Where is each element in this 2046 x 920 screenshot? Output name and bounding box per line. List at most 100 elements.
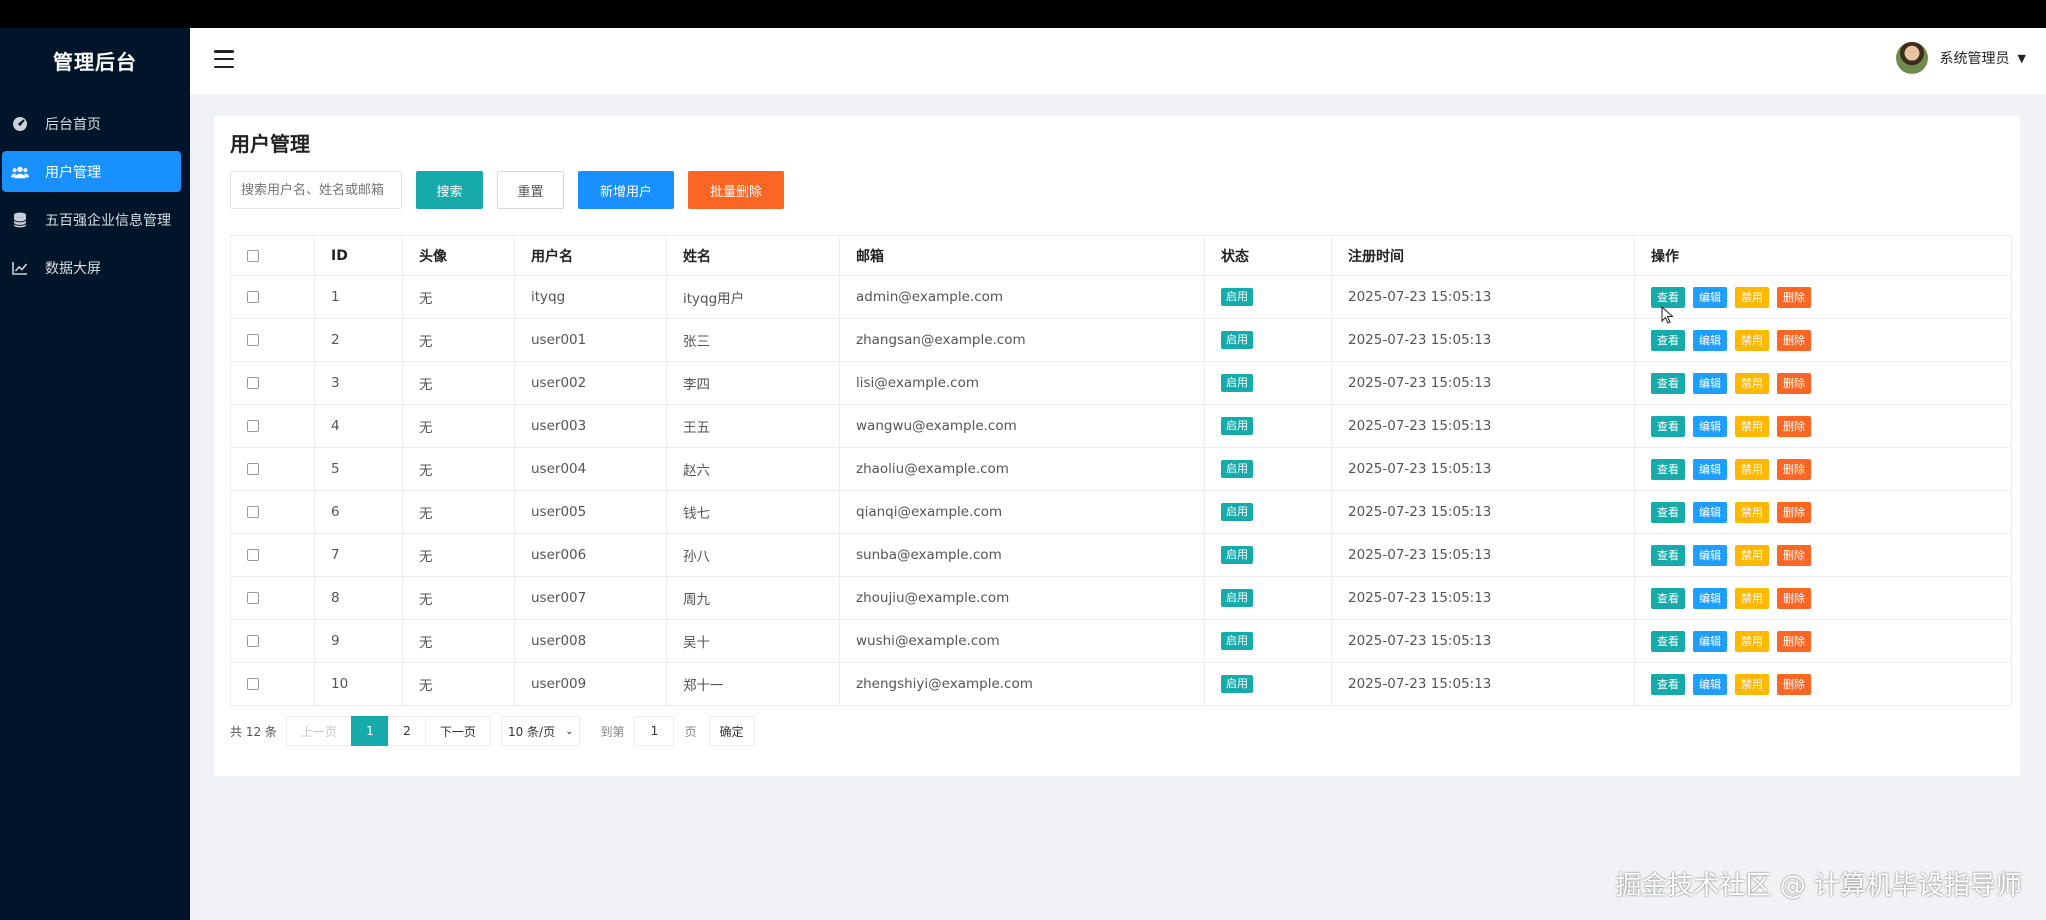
row-avatar: 无 xyxy=(419,334,433,350)
goto-page-input[interactable]: 1 xyxy=(634,716,675,746)
delete-button[interactable]: 删除 xyxy=(1777,544,1811,566)
row-checkbox[interactable] xyxy=(247,592,259,604)
disable-button[interactable]: 禁用 xyxy=(1735,630,1769,652)
row-email: admin@example.com xyxy=(856,289,1004,305)
view-button[interactable]: 查看 xyxy=(1651,630,1685,652)
row-checkbox[interactable] xyxy=(247,420,259,432)
disable-button[interactable]: 禁用 xyxy=(1735,587,1769,609)
row-checkbox[interactable] xyxy=(247,377,259,389)
actions-cell: 查看 编辑 禁用 删除 xyxy=(1634,404,2012,448)
disable-button[interactable]: 禁用 xyxy=(1735,329,1769,351)
row-name: 周九 xyxy=(683,592,710,608)
edit-button[interactable]: 编辑 xyxy=(1693,587,1727,609)
disable-button[interactable]: 禁用 xyxy=(1735,458,1769,480)
prev-page-button[interactable]: 上一页 xyxy=(285,716,352,746)
delete-button[interactable]: 删除 xyxy=(1777,458,1811,480)
row-name: 李四 xyxy=(683,377,710,393)
edit-button[interactable]: 编辑 xyxy=(1693,544,1727,566)
disable-button[interactable]: 禁用 xyxy=(1735,415,1769,437)
edit-button[interactable]: 编辑 xyxy=(1693,673,1727,695)
avatar-cell: 无 xyxy=(402,447,515,491)
view-button[interactable]: 查看 xyxy=(1651,286,1685,308)
edit-button[interactable]: 编辑 xyxy=(1693,329,1727,351)
row-checkbox[interactable] xyxy=(247,463,259,475)
sidebar-item-label: 数据大屏 xyxy=(45,260,101,277)
sidebar-item-enterprises[interactable]: 五百强企业信息管理 xyxy=(2,199,181,240)
row-avatar: 无 xyxy=(419,549,433,565)
delete-button[interactable]: 删除 xyxy=(1777,415,1811,437)
delete-button[interactable]: 删除 xyxy=(1777,286,1811,308)
row-checkbox[interactable] xyxy=(247,635,259,647)
add-user-button[interactable]: 新增用户 xyxy=(578,171,674,209)
name-cell: 周九 xyxy=(666,576,840,620)
disable-button[interactable]: 禁用 xyxy=(1735,501,1769,523)
column-header-status: 状态 xyxy=(1204,235,1332,276)
reset-button[interactable]: 重置 xyxy=(497,171,564,209)
view-button[interactable]: 查看 xyxy=(1651,458,1685,480)
edit-button[interactable]: 编辑 xyxy=(1693,415,1727,437)
page-button-1[interactable]: 1 xyxy=(350,716,389,746)
disable-button[interactable]: 禁用 xyxy=(1735,544,1769,566)
select-all-checkbox[interactable] xyxy=(247,249,259,262)
edit-button[interactable]: 编辑 xyxy=(1693,630,1727,652)
row-checkbox[interactable] xyxy=(247,506,259,518)
edit-button[interactable]: 编辑 xyxy=(1693,458,1727,480)
row-checkbox[interactable] xyxy=(247,549,259,561)
status-cell: 启用 xyxy=(1204,361,1332,405)
goto-confirm-button[interactable]: 确定 xyxy=(708,716,755,746)
batch-delete-button[interactable]: 批量删除 xyxy=(688,171,784,209)
chevron-down-icon: ⌄ xyxy=(565,725,574,737)
disable-button[interactable]: 禁用 xyxy=(1735,286,1769,308)
view-button[interactable]: 查看 xyxy=(1651,415,1685,437)
view-button[interactable]: 查看 xyxy=(1651,587,1685,609)
email-cell: lisi@example.com xyxy=(839,361,1205,405)
sidebar-item-data-screen[interactable]: 数据大屏 xyxy=(2,247,181,288)
delete-button[interactable]: 删除 xyxy=(1777,372,1811,394)
sidebar-item-users[interactable]: 用户管理 xyxy=(2,151,181,192)
username-cell: user005 xyxy=(514,490,667,534)
row-select-cell xyxy=(230,275,315,319)
edit-button[interactable]: 编辑 xyxy=(1693,501,1727,523)
edit-button[interactable]: 编辑 xyxy=(1693,372,1727,394)
delete-button[interactable]: 删除 xyxy=(1777,587,1811,609)
row-email: zhaoliu@example.com xyxy=(856,461,1009,477)
page-button-2[interactable]: 2 xyxy=(387,716,426,746)
row-name: 吴十 xyxy=(683,635,710,651)
row-checkbox[interactable] xyxy=(247,291,259,303)
mouse-cursor-icon xyxy=(1661,306,1674,324)
search-button[interactable]: 搜索 xyxy=(416,171,483,209)
search-input[interactable] xyxy=(230,171,402,209)
column-header-email: 邮箱 xyxy=(839,235,1205,276)
top-header: 系统管理员 ▼ xyxy=(190,28,2046,94)
view-button[interactable]: 查看 xyxy=(1651,673,1685,695)
disable-button[interactable]: 禁用 xyxy=(1735,673,1769,695)
view-button[interactable]: 查看 xyxy=(1651,372,1685,394)
row-id: 4 xyxy=(331,418,340,434)
row-checkbox[interactable] xyxy=(247,678,259,690)
dashboard-icon xyxy=(11,115,29,133)
delete-button[interactable]: 删除 xyxy=(1777,501,1811,523)
page-size-select[interactable]: 10 条/页 ⌄ xyxy=(500,716,581,746)
next-page-button[interactable]: 下一页 xyxy=(424,716,491,746)
actions-cell: 查看 编辑 禁用 删除 xyxy=(1634,662,2012,706)
user-menu[interactable]: 系统管理员 ▼ xyxy=(1895,42,2026,74)
actions-cell: 查看 编辑 禁用 删除 xyxy=(1634,447,2012,491)
sidebar-item-dashboard[interactable]: 后台首页 xyxy=(2,103,181,144)
status-badge: 启用 xyxy=(1221,331,1253,349)
row-registered: 2025-07-23 15:05:13 xyxy=(1348,504,1492,520)
database-icon xyxy=(11,211,29,229)
disable-button[interactable]: 禁用 xyxy=(1735,372,1769,394)
delete-button[interactable]: 删除 xyxy=(1777,630,1811,652)
registered-cell: 2025-07-23 15:05:13 xyxy=(1331,275,1635,319)
edit-button[interactable]: 编辑 xyxy=(1693,286,1727,308)
delete-button[interactable]: 删除 xyxy=(1777,329,1811,351)
view-button[interactable]: 查看 xyxy=(1651,501,1685,523)
row-checkbox[interactable] xyxy=(247,334,259,346)
view-button[interactable]: 查看 xyxy=(1651,544,1685,566)
menu-toggle-icon[interactable] xyxy=(214,50,234,68)
view-button[interactable]: 查看 xyxy=(1651,329,1685,351)
delete-button[interactable]: 删除 xyxy=(1777,673,1811,695)
status-badge: 启用 xyxy=(1221,417,1253,435)
row-email: sunba@example.com xyxy=(856,547,1002,563)
username-cell: user007 xyxy=(514,576,667,620)
